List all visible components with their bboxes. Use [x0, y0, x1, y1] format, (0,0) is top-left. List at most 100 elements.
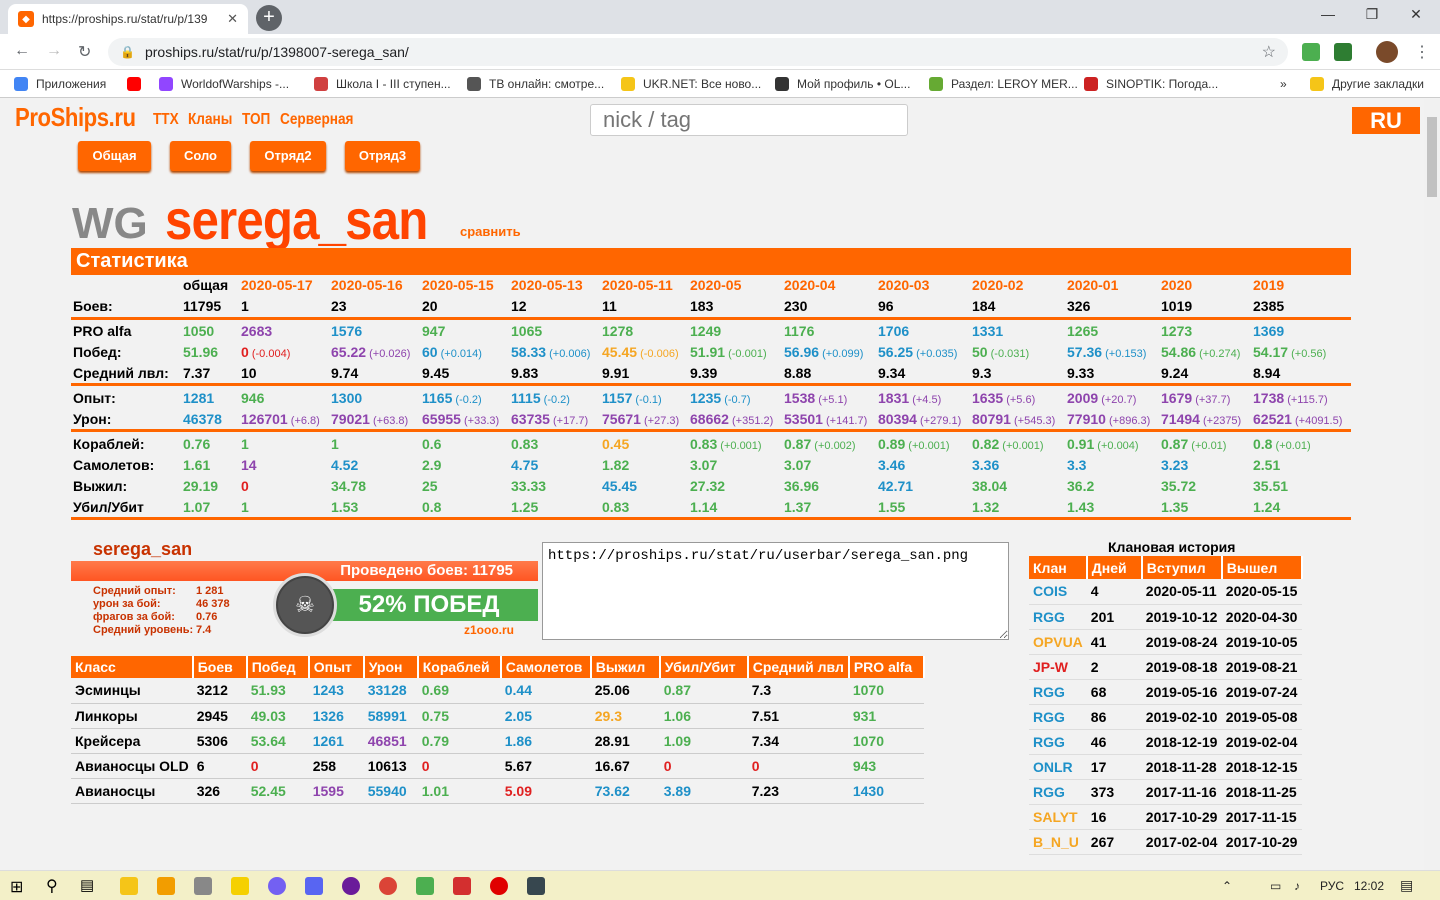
clan-history-header[interactable]: Дней: [1086, 556, 1143, 579]
stats-column-header[interactable]: общая: [183, 277, 228, 293]
region-button[interactable]: RU: [1352, 107, 1420, 134]
discord-icon[interactable]: [305, 877, 323, 895]
mode-div3-button[interactable]: Отряд3: [345, 141, 420, 171]
clan-tag-link[interactable]: B_N_U: [1029, 829, 1087, 855]
media-icon[interactable]: [157, 877, 175, 895]
class-table-header[interactable]: Выжил: [590, 656, 661, 678]
class-table-header[interactable]: Убил/Убит: [659, 656, 749, 678]
clan-tag-link[interactable]: RGG: [1029, 704, 1087, 730]
bookmark-other[interactable]: Другие закладки: [1310, 77, 1424, 91]
chrome-icon[interactable]: [379, 877, 397, 895]
close-window-icon[interactable]: ✕: [1406, 6, 1426, 23]
stats-column-header[interactable]: 2020-05-11: [602, 277, 673, 293]
restore-icon[interactable]: ❐: [1362, 6, 1382, 23]
viber-icon[interactable]: [268, 877, 286, 895]
sheets-extension-icon[interactable]: [1334, 43, 1352, 61]
new-tab-button[interactable]: +: [256, 5, 282, 31]
bookmark-star-icon[interactable]: ☆: [1262, 42, 1276, 62]
bookmark-school[interactable]: Школа I - III ступен...: [314, 77, 451, 91]
forward-icon[interactable]: →: [46, 42, 62, 60]
browser-tab[interactable]: ◆ https://proships.ru/stat/ru/p/139 ✕: [8, 4, 248, 34]
opera-icon[interactable]: [490, 877, 508, 895]
more-bookmarks-icon[interactable]: »: [1280, 77, 1287, 91]
volume-icon[interactable]: ♪: [1294, 879, 1300, 893]
clock[interactable]: 12:02: [1354, 879, 1384, 893]
clan-tag-link[interactable]: RGG: [1029, 729, 1087, 755]
clan-history-header[interactable]: Вышел: [1221, 556, 1303, 579]
stats-column-header[interactable]: 2020-05-15: [422, 277, 494, 293]
stats-column-header[interactable]: 2020-05-17: [241, 277, 313, 293]
calendar-icon[interactable]: [194, 877, 212, 895]
class-table-header[interactable]: Самолетов: [500, 656, 592, 678]
stats-column-header[interactable]: 2020-05: [690, 277, 741, 293]
mode-solo-button[interactable]: Соло: [170, 141, 231, 171]
nav-clans[interactable]: Кланы: [188, 111, 232, 129]
nav-server[interactable]: Серверная: [280, 111, 353, 129]
page-scrollbar[interactable]: [1424, 99, 1440, 870]
clan-tag-link[interactable]: OPVUA: [1029, 629, 1087, 655]
scrollbar-thumb[interactable]: [1427, 117, 1437, 197]
stats-column-header[interactable]: 2020-03: [878, 277, 929, 293]
language-indicator[interactable]: РУС: [1320, 879, 1344, 893]
network-icon[interactable]: ▭: [1270, 879, 1281, 893]
bookmark-apps[interactable]: Приложения: [14, 77, 106, 91]
url-text[interactable]: proships.ru/stat/ru/p/1398007-serega_san…: [145, 44, 409, 60]
tray-arrow-icon[interactable]: ⌃: [1222, 879, 1232, 893]
clan-history-header[interactable]: Вступил: [1141, 556, 1223, 579]
search-input[interactable]: [590, 104, 908, 136]
class-table-header[interactable]: Опыт: [308, 656, 365, 678]
explorer-icon[interactable]: [120, 877, 138, 895]
address-bar[interactable]: 🔒 proships.ru/stat/ru/p/1398007-serega_s…: [108, 38, 1288, 66]
search-icon[interactable]: ⚲: [46, 876, 58, 896]
clan-history-header[interactable]: Клан: [1029, 556, 1088, 579]
profile-avatar[interactable]: [1376, 41, 1398, 63]
clan-tag-link[interactable]: RGG: [1029, 779, 1087, 805]
class-table-header[interactable]: Класс: [71, 656, 194, 678]
stats-column-header[interactable]: 2019: [1253, 277, 1284, 293]
mode-div2-button[interactable]: Отряд2: [250, 141, 326, 171]
app-icon[interactable]: [453, 877, 471, 895]
clan-tag-link[interactable]: RGG: [1029, 679, 1087, 705]
bookmark-tv[interactable]: ТВ онлайн: смотре...: [467, 77, 604, 91]
stats-column-header[interactable]: 2020-02: [972, 277, 1023, 293]
class-table-header[interactable]: Урон: [363, 656, 419, 678]
app-icon[interactable]: [342, 877, 360, 895]
bookmark-ukrnet[interactable]: UKR.NET: Все ново...: [621, 77, 761, 91]
minimize-icon[interactable]: —: [1318, 6, 1338, 22]
wows-icon[interactable]: [527, 877, 545, 895]
windows-start-icon[interactable]: ⊞: [10, 877, 23, 897]
bookmark-sinoptik[interactable]: SINOPTIK: Погода...: [1084, 77, 1218, 91]
site-logo[interactable]: ProShips.ru: [15, 102, 136, 133]
reload-icon[interactable]: ↻: [78, 42, 91, 62]
stats-column-header[interactable]: 2020-05-16: [331, 277, 403, 293]
nav-ttx[interactable]: TTX: [153, 111, 179, 129]
mode-overall-button[interactable]: Общая: [78, 141, 151, 171]
clan-tag-link[interactable]: ONLR: [1029, 754, 1087, 780]
bookmark-youtube[interactable]: [127, 77, 149, 91]
clan-tag-link[interactable]: COIS: [1029, 579, 1087, 605]
class-table-header[interactable]: Побед: [246, 656, 310, 678]
stats-column-header[interactable]: 2020-04: [784, 277, 835, 293]
bookmark-olx[interactable]: Мой профиль • OL...: [775, 77, 910, 91]
task-view-icon[interactable]: ▤: [80, 876, 94, 894]
compare-link[interactable]: сравнить: [460, 224, 521, 239]
stats-column-header[interactable]: 2020-01: [1067, 277, 1118, 293]
menu-dots-icon[interactable]: ⋮: [1414, 42, 1430, 62]
clan-tag-link[interactable]: RGG: [1029, 604, 1087, 630]
bookmark-wows[interactable]: WorldofWarships -...: [159, 77, 289, 91]
bookmark-leroy[interactable]: Раздел: LEROY MER...: [929, 77, 1078, 91]
class-table-header[interactable]: Кораблей: [417, 656, 502, 678]
app-icon[interactable]: [231, 877, 249, 895]
class-table-header[interactable]: Боев: [192, 656, 248, 678]
class-table-header[interactable]: Средний лвл: [747, 656, 850, 678]
close-tab-icon[interactable]: ✕: [227, 11, 238, 27]
extension-icon[interactable]: [1302, 43, 1320, 61]
userbar-url-field[interactable]: https://proships.ru/stat/ru/userbar/sere…: [542, 542, 1009, 640]
class-table-header[interactable]: PRO alfa: [848, 656, 925, 678]
back-icon[interactable]: ←: [14, 42, 30, 60]
nav-top[interactable]: ТОП: [242, 111, 270, 129]
clan-tag-link[interactable]: JP-W: [1029, 654, 1087, 680]
stats-column-header[interactable]: 2020: [1161, 277, 1192, 293]
stats-column-header[interactable]: 2020-05-13: [511, 277, 583, 293]
torrent-icon[interactable]: [416, 877, 434, 895]
